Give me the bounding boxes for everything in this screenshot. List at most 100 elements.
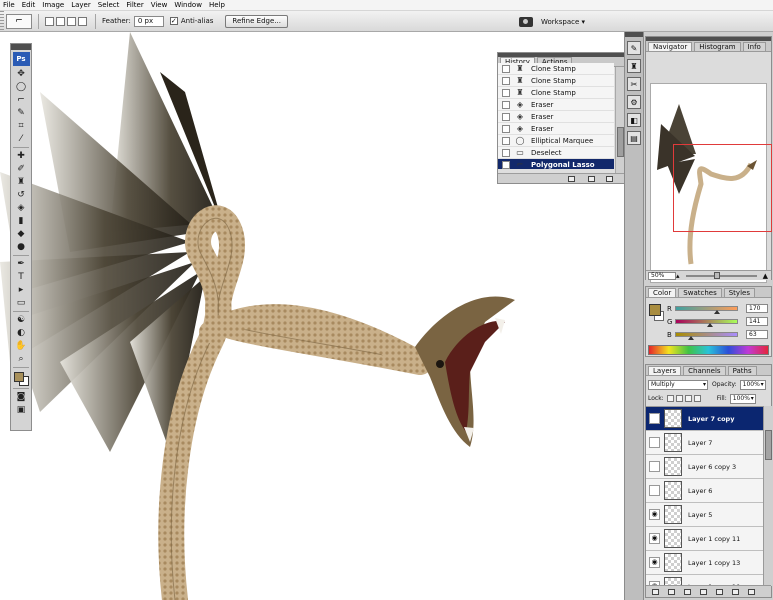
visibility-eye-icon[interactable]: ◉ (649, 533, 660, 544)
lasso-tool-icon[interactable]: ⌐ (13, 94, 29, 106)
visibility-eye-icon[interactable] (649, 437, 660, 448)
layer-row[interactable]: ◉ Layer 5 (646, 503, 763, 527)
delete-layer-icon[interactable] (748, 589, 755, 595)
add-selection-mode-button[interactable] (56, 16, 65, 26)
history-scrollbar[interactable] (615, 67, 624, 173)
tab-paths[interactable]: Paths (727, 366, 757, 375)
notes-panel-icon[interactable]: ▤ (627, 131, 641, 145)
blend-mode-select[interactable]: Multiply (648, 379, 708, 390)
history-state[interactable]: ◈ Eraser (498, 111, 614, 123)
eyedropper-tool-icon[interactable]: ⁄ (13, 133, 29, 145)
new-group-icon[interactable] (716, 589, 723, 595)
workspace-menu[interactable]: Workspace ▾ (541, 18, 585, 26)
menu-item-image[interactable]: Image (42, 1, 64, 9)
new-layer-icon[interactable] (732, 589, 739, 595)
channel-slider-handle[interactable] (713, 310, 720, 314)
blur-tool-icon[interactable]: ◆ (13, 228, 29, 240)
dock-icons-titlebar[interactable] (625, 32, 643, 37)
history-state[interactable]: ♜ Clone Stamp (498, 87, 614, 99)
brushes-panel-icon[interactable]: ✎ (627, 41, 641, 55)
channel-slider[interactable] (675, 306, 738, 314)
options-bar-grip[interactable] (0, 11, 4, 32)
tab-swatches[interactable]: Swatches (678, 288, 722, 297)
zoom-out-icon[interactable]: ▴ (676, 272, 680, 280)
history-source-checkbox[interactable] (502, 160, 510, 169)
channel-value-input[interactable]: 63 (746, 330, 768, 339)
visibility-eye-icon[interactable]: ◉ (649, 413, 660, 424)
history-source-checkbox[interactable] (502, 100, 510, 109)
tab-channels[interactable]: Channels (683, 366, 726, 375)
zoom-level-input[interactable]: 50% (648, 271, 676, 280)
menu-item-help[interactable]: Help (209, 1, 225, 9)
quick-mask-icon[interactable]: ◙ (13, 391, 29, 403)
zoom-slider[interactable] (685, 271, 757, 279)
move-tool-icon[interactable]: ✥ (13, 68, 29, 80)
opacity-input[interactable]: 100% (739, 379, 766, 390)
navigator-view-box[interactable] (673, 144, 772, 232)
channel-slider[interactable] (675, 319, 738, 327)
tab-color[interactable]: Color (648, 288, 677, 297)
type-tool-icon[interactable]: T (13, 271, 29, 283)
color-swatches[interactable] (12, 370, 30, 386)
new-selection-mode-button[interactable] (45, 16, 54, 26)
tools-panel-titlebar[interactable] (11, 44, 31, 50)
quick-selection-tool-icon[interactable]: ✎ (13, 107, 29, 119)
tab-styles[interactable]: Styles (723, 288, 755, 297)
visibility-eye-icon[interactable] (649, 461, 660, 472)
history-source-checkbox[interactable] (502, 76, 510, 85)
marquee-tool-icon[interactable]: ◯ (13, 81, 29, 93)
foreground-color-swatch[interactable] (14, 372, 24, 382)
lock-image-pixels-button[interactable] (675, 395, 683, 402)
foreground-color-chip[interactable] (649, 304, 661, 316)
channel-value-input[interactable]: 170 (746, 304, 768, 313)
zoom-in-icon[interactable]: ▲ (763, 272, 768, 280)
lock-transparent-pixels-button[interactable] (666, 395, 674, 402)
visibility-eye-icon[interactable] (649, 485, 660, 496)
history-source-checkbox[interactable] (502, 64, 510, 73)
history-state[interactable]: ◈ Eraser (498, 123, 614, 135)
layer-style-icon[interactable] (668, 589, 675, 595)
link-layers-icon[interactable] (652, 589, 659, 595)
3d-panel-icon[interactable]: ⚙ (627, 95, 641, 109)
tab-info[interactable]: Info (742, 42, 766, 51)
lock-position-button[interactable] (684, 395, 692, 402)
history-state[interactable]: ♜ Clone Stamp (498, 75, 614, 87)
history-brush-tool-icon[interactable]: ↺ (13, 189, 29, 201)
layer-row[interactable]: Layer 6 (646, 479, 763, 503)
crop-tool-icon[interactable]: ⌗ (13, 120, 29, 132)
layer-row[interactable]: ◉ Layer 1 copy 13 (646, 551, 763, 575)
menu-item-view[interactable]: View (151, 1, 168, 9)
menu-item-select[interactable]: Select (98, 1, 120, 9)
subtract-selection-mode-button[interactable] (67, 16, 76, 26)
visibility-eye-icon[interactable]: ◉ (649, 509, 660, 520)
fill-input[interactable]: 100% (729, 393, 756, 404)
history-source-checkbox[interactable] (502, 88, 510, 97)
history-state[interactable]: ▭ Deselect (498, 147, 614, 159)
layers-scroll-thumb[interactable] (765, 430, 772, 460)
menu-item-filter[interactable]: Filter (126, 1, 143, 9)
pen-tool-icon[interactable]: ✒ (13, 258, 29, 270)
feather-input[interactable]: 0 px (133, 15, 164, 27)
refine-edge-button[interactable]: Refine Edge... (225, 14, 288, 28)
channel-slider[interactable] (675, 332, 738, 340)
layer-row[interactable]: ◉ Layer 1 copy 11 (646, 527, 763, 551)
layer-mask-icon[interactable] (684, 589, 691, 595)
tool-preset-picker[interactable]: ⌐ (6, 13, 32, 29)
history-state[interactable]: ◈ Eraser (498, 99, 614, 111)
tab-histogram[interactable]: Histogram (694, 42, 741, 51)
hand-tool-icon[interactable]: ✋ (13, 340, 29, 352)
navigator-preview[interactable] (650, 83, 772, 283)
eraser-tool-icon[interactable]: ◈ (13, 202, 29, 214)
layers-scrollbar[interactable] (763, 406, 772, 586)
new-snapshot-icon[interactable] (588, 176, 595, 182)
layer-row[interactable]: ◉ Layer 7 copy (646, 407, 763, 431)
channel-slider-handle[interactable] (688, 336, 695, 340)
delete-state-icon[interactable] (606, 176, 613, 182)
layer-row[interactable]: Layer 6 copy 3 (646, 455, 763, 479)
antialias-checkbox[interactable]: ✓ (169, 17, 178, 25)
history-state[interactable]: ⌐ Polygonal Lasso (498, 159, 614, 169)
history-source-checkbox[interactable] (502, 124, 510, 133)
tab-navigator[interactable]: Navigator (648, 42, 693, 51)
zoom-tool-icon[interactable]: ⌕ (13, 353, 29, 365)
zoom-slider-knob[interactable] (713, 271, 720, 279)
